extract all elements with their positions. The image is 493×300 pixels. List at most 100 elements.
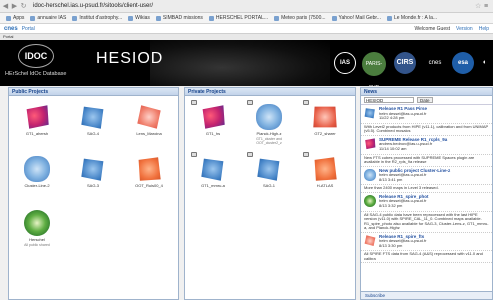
- bookmark-item[interactable]: Le Monde.fr : A la...: [386, 15, 437, 21]
- public-projects-header: Public Projects: [9, 88, 178, 96]
- project-label: Lens_Maroina: [136, 131, 162, 136]
- project-thumbnail[interactable]: [256, 104, 282, 130]
- bookmark-item[interactable]: annuaire IAS: [30, 15, 66, 21]
- welcome-text: Welcome Guest: [414, 25, 451, 32]
- hesiod-banner: IDOC HErSchel IdOc Database HESIOD IAS P…: [0, 40, 493, 86]
- project-tile[interactable]: SAG-1: [249, 156, 289, 189]
- bookmark-icon: [128, 15, 134, 21]
- bookmark-icon: [30, 15, 36, 21]
- news-date-button[interactable]: Date: [417, 97, 433, 103]
- project-thumbnail[interactable]: [137, 105, 161, 129]
- project-label: SAG-1: [262, 183, 275, 188]
- news-body: All SPIRE FTS data from SAG-4 (A&S) repr…: [361, 251, 492, 264]
- news-body: All SAG-4 public data have been reproces…: [361, 212, 492, 233]
- news-item[interactable]: Release R1_spire_fts helm dessel@ias.u-p…: [361, 233, 492, 252]
- news-thumbnail: [364, 108, 375, 119]
- project-label: Cluster-Line-2: [24, 183, 50, 188]
- project-tile[interactable]: GT1_ahersh: [17, 104, 57, 137]
- news-thumbnail: [364, 194, 376, 207]
- project-thumbnail[interactable]: [24, 156, 50, 182]
- news-body: With Level2 products from HIPE (v11.1), …: [361, 124, 492, 136]
- project-label: GT1_hs: [205, 131, 221, 136]
- news-item[interactable]: New public project Cluster-Line-z helm d…: [361, 167, 492, 186]
- version-link[interactable]: Version: [456, 26, 473, 32]
- project-label: GT1_mmru-a: [201, 183, 225, 188]
- project-tile[interactable]: SAG-4: [73, 104, 113, 137]
- news-body: More than 2400 maps in Level 3 released.: [361, 185, 492, 193]
- project-thumbnail[interactable]: [313, 106, 337, 128]
- private-projects-panel: Private Projects GT1_hs Planck-High-z GT…: [184, 87, 356, 300]
- partner-logo[interactable]: ◐: [478, 52, 492, 74]
- project-label: GT2_sharer: [314, 131, 336, 136]
- news-date: 11/22 4:28 pm: [379, 115, 405, 121]
- project-label: GT1_ahersh: [25, 131, 49, 136]
- project-tile[interactable]: Planck-High-z GT1_cluster and OOT_cluste…: [249, 104, 289, 145]
- project-tile[interactable]: GT1_hs: [193, 104, 233, 137]
- news-item[interactable]: SUPREME Release R1_rcpls_9a andrew.bedno…: [361, 136, 492, 155]
- bookmarks-bar: Apps annuaire IAS Institut d'astrophy...…: [0, 13, 493, 24]
- browser-menu-icon[interactable]: ≡: [484, 3, 493, 10]
- bookmark-icon: [274, 15, 280, 21]
- news-thumbnail: [364, 168, 376, 181]
- project-tile[interactable]: GT2_sharer: [305, 104, 345, 137]
- news-toolbar: HESIOD Date: [361, 96, 492, 105]
- ias-logo[interactable]: IAS: [334, 52, 356, 74]
- project-thumbnail[interactable]: [81, 106, 104, 129]
- paris-sud-logo[interactable]: PARIS-SUD: [362, 52, 386, 86]
- bookmark-item[interactable]: Yahoo! Mail Gebr...: [331, 15, 381, 21]
- app-topbar: cnes Portal Welcome Guest Version Help: [0, 24, 493, 34]
- news-thumbnail: [365, 138, 376, 150]
- project-label: H-ATLAS: [316, 183, 334, 188]
- idoc-logo[interactable]: IDOC: [18, 44, 54, 68]
- project-tile[interactable]: Cluster-Line-2: [17, 156, 57, 189]
- subscribe-button[interactable]: Subscribe: [361, 291, 492, 299]
- project-label: OOT_Ruis00_4: [135, 183, 163, 188]
- apps-icon: [6, 15, 11, 21]
- bookmark-icon: [386, 15, 392, 21]
- project-thumbnail[interactable]: [257, 158, 280, 181]
- news-header: News: [361, 88, 492, 96]
- news-filter-select[interactable]: HESIOD: [364, 97, 414, 103]
- project-sublabel: All public shared: [24, 242, 50, 247]
- project-tile[interactable]: Herschel All public shared: [17, 210, 57, 247]
- news-item[interactable]: Release R1 Pass Pirse helm dessel@ias.u-…: [361, 105, 492, 124]
- project-thumbnail[interactable]: [81, 158, 104, 181]
- bookmark-item[interactable]: SIMBAD missions: [155, 15, 203, 21]
- cnes-logo[interactable]: cnes: [4, 26, 18, 32]
- bookmark-item[interactable]: Institut d'astrophy...: [72, 15, 122, 21]
- project-thumbnail[interactable]: [26, 105, 49, 129]
- project-tile[interactable]: Lens_Maroina: [129, 104, 169, 137]
- bookmark-item[interactable]: Meteo paris (7500...: [274, 15, 326, 21]
- news-date: 8/13 3:32 pm: [379, 203, 403, 209]
- project-thumbnail[interactable]: [24, 210, 50, 236]
- bookmark-item[interactable]: Wikias: [128, 15, 150, 21]
- bookmark-icon: [72, 15, 78, 21]
- project-thumbnail[interactable]: [314, 157, 337, 181]
- bookmark-icon: [208, 15, 214, 21]
- project-thumbnail[interactable]: [202, 105, 225, 129]
- project-tile[interactable]: OOT_Ruis00_4: [129, 156, 169, 189]
- project-link[interactable]: Portal: [22, 26, 35, 32]
- banner-subtitle: HErSchel IdOc Database: [5, 71, 67, 77]
- project-tile[interactable]: SAG-3: [73, 156, 113, 189]
- project-thumbnail[interactable]: [138, 157, 161, 181]
- esa-logo[interactable]: esa: [452, 52, 474, 74]
- cnes-banner-logo[interactable]: cnes: [424, 52, 446, 74]
- back-icon[interactable]: ◀: [2, 2, 9, 10]
- project-tile[interactable]: GT1_mmru-a: [193, 156, 233, 189]
- cirs-logo[interactable]: CIRS: [394, 52, 416, 74]
- bookmark-item[interactable]: HERSCHEL PORTAL...: [208, 15, 268, 21]
- project-thumbnail[interactable]: [201, 158, 224, 181]
- private-projects-header: Private Projects: [185, 88, 355, 96]
- project-tile[interactable]: H-ATLAS: [305, 156, 345, 189]
- help-link[interactable]: Help: [479, 26, 489, 32]
- news-item[interactable]: Release R1_spire_phot helm dessel@ias.u-…: [361, 193, 492, 212]
- forward-icon[interactable]: ▶: [11, 2, 18, 10]
- bookmark-item[interactable]: Apps: [6, 15, 24, 21]
- project-sublabel: GT1_cluster and OOT_cluster2_z: [256, 136, 282, 145]
- address-bar[interactable]: idoc-herschel.ias.u-psud.fr/sitools/clie…: [33, 3, 475, 9]
- news-date: 8/13 3:41 pm: [379, 176, 403, 182]
- reload-icon[interactable]: ↻: [20, 2, 27, 10]
- news-thumbnail: [364, 235, 376, 247]
- bookmark-star-icon[interactable]: ☆: [475, 2, 484, 10]
